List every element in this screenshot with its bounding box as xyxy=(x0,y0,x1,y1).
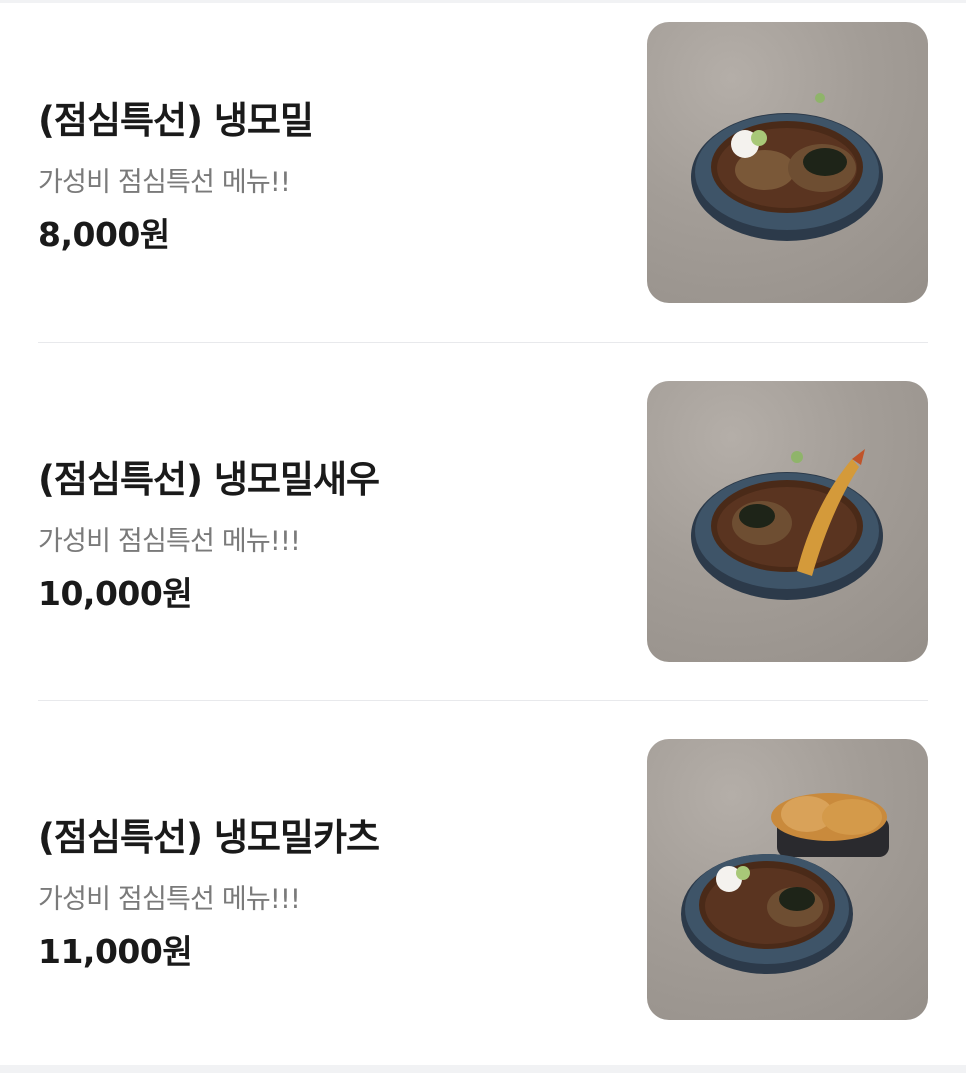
menu-item-text: (점심특선) 냉모밀카츠 가성비 점심특선 메뉴!!! 11,000원 xyxy=(38,739,628,1021)
menu-item-name: (점심특선) 냉모밀새우 xyxy=(38,458,380,501)
cold-soba-shrimp-tempura-image[interactable] xyxy=(647,381,928,662)
menu-item-text: (점심특선) 냉모밀 가성비 점심특선 메뉴!! 8,000원 xyxy=(38,22,628,304)
menu-item-price: 11,000원 xyxy=(38,932,193,971)
menu-item-description: 가성비 점심특선 메뉴!!! xyxy=(38,526,301,557)
menu-item-description: 가성비 점심특선 메뉴!!! xyxy=(38,884,301,915)
cold-soba-bowl-image[interactable] xyxy=(647,22,928,303)
menu-page: (점심특선) 냉모밀 가성비 점심특선 메뉴!! 8,000원 (점심특선) 냉… xyxy=(0,0,966,1073)
menu-item[interactable]: (점심특선) 냉모밀 가성비 점심특선 메뉴!! 8,000원 xyxy=(38,22,928,304)
menu-divider xyxy=(38,700,928,701)
menu-divider xyxy=(38,342,928,343)
menu-item-price: 8,000원 xyxy=(38,215,170,254)
menu-item[interactable]: (점심특선) 냉모밀새우 가성비 점심특선 메뉴!!! 10,000원 xyxy=(38,381,928,663)
cold-soba-katsu-image[interactable] xyxy=(647,739,928,1020)
food-photo-icon xyxy=(681,793,889,974)
menu-item-name: (점심특선) 냉모밀카츠 xyxy=(38,816,380,859)
menu-item-text: (점심특선) 냉모밀새우 가성비 점심특선 메뉴!!! 10,000원 xyxy=(38,381,628,663)
menu-item[interactable]: (점심특선) 냉모밀카츠 가성비 점심특선 메뉴!!! 11,000원 xyxy=(38,739,928,1021)
food-photo-icon xyxy=(691,449,883,600)
menu-list: (점심특선) 냉모밀 가성비 점심특선 메뉴!! 8,000원 (점심특선) 냉… xyxy=(0,0,966,1065)
menu-item-price: 10,000원 xyxy=(38,574,193,613)
menu-item-name: (점심특선) 냉모밀 xyxy=(38,99,314,142)
menu-item-description: 가성비 점심특선 메뉴!! xyxy=(38,167,291,198)
bottom-edge xyxy=(0,1065,966,1073)
food-photo-icon xyxy=(691,93,883,241)
